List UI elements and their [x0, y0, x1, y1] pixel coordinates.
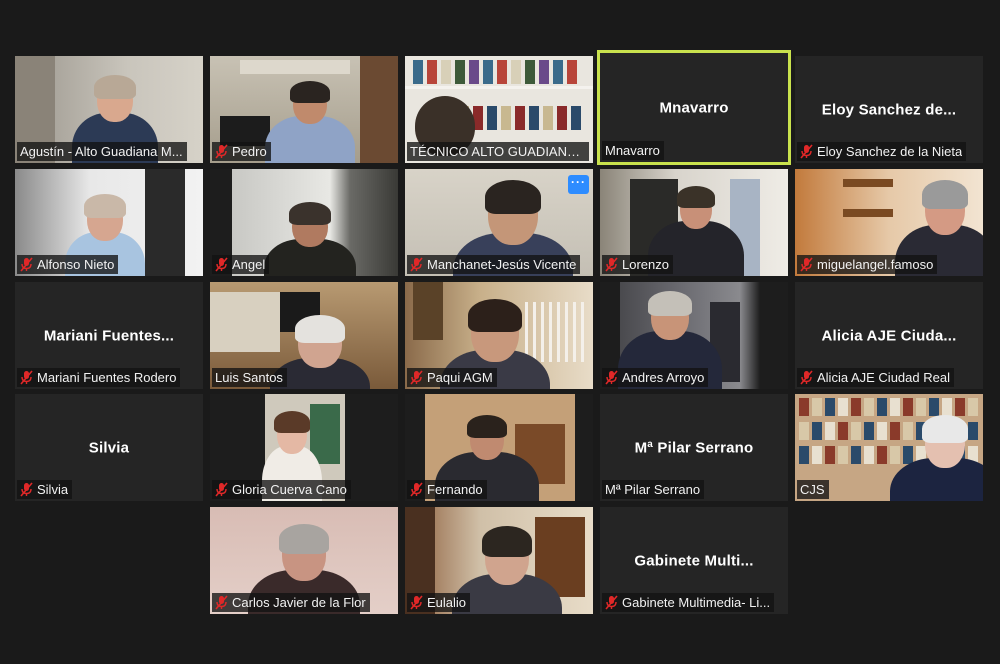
muted-microphone-icon	[215, 257, 228, 272]
participant-tile[interactable]: Lorenzo	[600, 169, 788, 276]
participant-name-tag: Mariani Fuentes Rodero	[17, 368, 181, 387]
participant-name-label: Mariani Fuentes Rodero	[37, 370, 177, 385]
muted-microphone-icon	[605, 370, 618, 385]
participant-name-label: Andres Arroyo	[622, 370, 705, 385]
participant-name-label: Silvia	[37, 482, 69, 497]
participant-name-label: Alfonso Nieto	[37, 257, 115, 272]
participant-display-name: Mariani Fuentes...	[43, 327, 175, 344]
participant-name-label: Luis Santos	[215, 370, 283, 385]
participant-name-tag: Mnavarro	[602, 141, 664, 160]
participant-name-tag: Gabinete Multimedia- Li...	[602, 593, 775, 612]
participant-name-label: CJS	[800, 482, 825, 497]
participant-tile[interactable]: Gloria Cuerva Cano	[210, 394, 398, 501]
participant-name-tag: Pedro	[212, 142, 271, 161]
participant-name-tag: Silvia	[17, 480, 73, 499]
participant-name-label: Paqui AGM	[427, 370, 493, 385]
participant-name-label: Agustín - Alto Guadiana M...	[20, 144, 183, 159]
participant-name-label: Mª Pilar Serrano	[605, 482, 701, 497]
participant-name-tag: Mª Pilar Serrano	[602, 480, 705, 499]
participant-name-label: TÉCNICO ALTO GUADIANA ...	[410, 144, 585, 159]
participant-tile[interactable]: Pedro	[210, 56, 398, 163]
participant-name-tag: Luis Santos	[212, 368, 287, 387]
participant-tile[interactable]: Alicia AJE Ciuda... Alicia AJE Ciudad Rea…	[795, 282, 983, 389]
muted-microphone-icon	[215, 595, 228, 610]
participant-tile[interactable]: Eloy Sanchez de... Eloy Sanchez de la Nie…	[795, 56, 983, 163]
participant-name-label: Gabinete Multimedia- Li...	[622, 595, 771, 610]
participant-tile[interactable]: Alfonso Nieto	[15, 169, 203, 276]
participant-tile[interactable]: Agustín - Alto Guadiana M...	[15, 56, 203, 163]
muted-microphone-icon	[410, 482, 423, 497]
participant-display-name: Eloy Sanchez de...	[821, 101, 957, 118]
participant-name-label: Gloria Cuerva Cano	[232, 482, 347, 497]
participant-name-label: Fernando	[427, 482, 483, 497]
participant-tile[interactable]: miguelangel.famoso	[795, 169, 983, 276]
muted-microphone-icon	[605, 257, 618, 272]
muted-microphone-icon	[800, 370, 813, 385]
muted-microphone-icon	[215, 482, 228, 497]
participant-tile[interactable]: Angel	[210, 169, 398, 276]
muted-microphone-icon	[605, 595, 618, 610]
participant-tile[interactable]: Mª Pilar Serrano Mª Pilar Serrano	[600, 394, 788, 501]
muted-microphone-icon	[410, 370, 423, 385]
participant-tile[interactable]: Fernando	[405, 394, 593, 501]
muted-microphone-icon	[410, 257, 423, 272]
participant-tile[interactable]: ··· Manchanet-Jesús Vicente	[405, 169, 593, 276]
participant-name-label: Pedro	[232, 144, 267, 159]
participant-tile[interactable]: Mnavarro Mnavarro	[597, 50, 791, 165]
participant-name-tag: TÉCNICO ALTO GUADIANA ...	[407, 142, 589, 161]
gallery-grid: Agustín - Alto Guadiana M... Pedro TÉCNICO…	[0, 0, 1000, 664]
participant-tile[interactable]: Eulalio	[405, 507, 593, 614]
participant-name-tag: CJS	[797, 480, 829, 499]
participant-name-tag: Eloy Sanchez de la Nieta	[797, 142, 967, 161]
participant-tile[interactable]: CJS	[795, 394, 983, 501]
participant-name-tag: Paqui AGM	[407, 368, 497, 387]
participant-tile[interactable]: Silvia Silvia	[15, 394, 203, 501]
participant-name-tag: Alicia AJE Ciudad Real	[797, 368, 954, 387]
participant-tile[interactable]: TÉCNICO ALTO GUADIANA ...	[405, 56, 593, 163]
participant-name-tag: Angel	[212, 255, 270, 274]
ellipsis-icon[interactable]: ···	[568, 175, 589, 194]
participant-name-tag: Gloria Cuerva Cano	[212, 480, 351, 499]
participant-name-label: Mnavarro	[605, 143, 660, 158]
participant-name-label: Carlos Javier de la Flor	[232, 595, 366, 610]
muted-microphone-icon	[800, 144, 813, 159]
muted-microphone-icon	[20, 370, 33, 385]
participant-tile[interactable]: Andres Arroyo	[600, 282, 788, 389]
muted-microphone-icon	[800, 257, 813, 272]
participant-name-tag: Fernando	[407, 480, 487, 499]
muted-microphone-icon	[215, 144, 228, 159]
participant-name-label: Lorenzo	[622, 257, 669, 272]
participant-name-label: miguelangel.famoso	[817, 257, 934, 272]
participant-display-name: Mª Pilar Serrano	[634, 439, 754, 456]
participant-name-tag: Alfonso Nieto	[17, 255, 119, 274]
participant-name-label: Angel	[232, 257, 266, 272]
muted-microphone-icon	[20, 482, 33, 497]
participant-name-tag: Lorenzo	[602, 255, 673, 274]
participant-name-label: Eloy Sanchez de la Nieta	[817, 144, 963, 159]
muted-microphone-icon	[20, 257, 33, 272]
participant-display-name: Mnavarro	[659, 99, 729, 116]
participant-tile[interactable]: Paqui AGM	[405, 282, 593, 389]
participant-name-tag: Andres Arroyo	[602, 368, 709, 387]
participant-name-label: Eulalio	[427, 595, 467, 610]
participant-name-tag: miguelangel.famoso	[797, 255, 938, 274]
participant-name-tag: Manchanet-Jesús Vicente	[407, 255, 581, 274]
participant-name-label: Alicia AJE Ciudad Real	[817, 370, 950, 385]
participant-tile[interactable]: Carlos Javier de la Flor	[210, 507, 398, 614]
participant-display-name: Gabinete Multi...	[634, 552, 754, 569]
muted-microphone-icon	[410, 595, 423, 610]
participant-name-tag: Carlos Javier de la Flor	[212, 593, 370, 612]
participant-display-name: Silvia	[88, 439, 130, 456]
participant-display-name: Alicia AJE Ciuda...	[821, 327, 957, 344]
participant-name-tag: Eulalio	[407, 593, 471, 612]
participant-name-tag: Agustín - Alto Guadiana M...	[17, 142, 187, 161]
participant-tile[interactable]: Luis Santos	[210, 282, 398, 389]
participant-tile[interactable]: Gabinete Multi... Gabinete Multimedia- Li…	[600, 507, 788, 614]
participant-tile[interactable]: Mariani Fuentes... Mariani Fuentes Rodero	[15, 282, 203, 389]
participant-name-label: Manchanet-Jesús Vicente	[427, 257, 577, 272]
